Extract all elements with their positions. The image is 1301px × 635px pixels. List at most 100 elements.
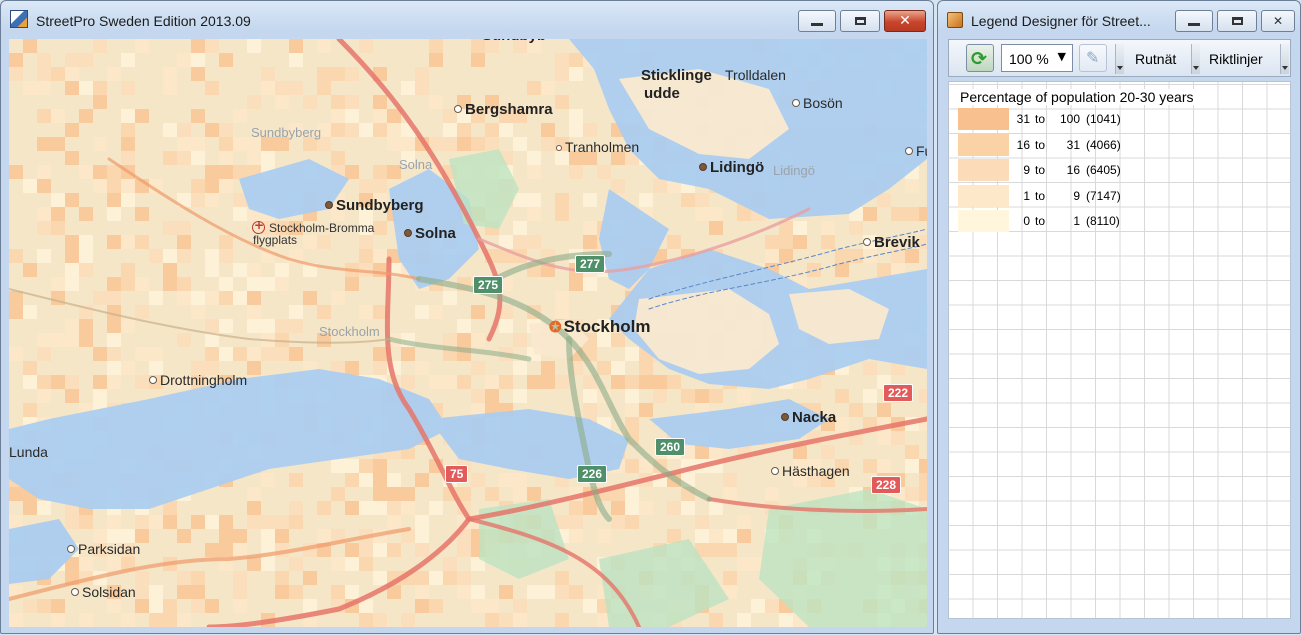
map-label-text: Nacka bbox=[792, 409, 837, 426]
grid-dropdown[interactable] bbox=[1191, 44, 1200, 74]
map-label-bergshamra: Bergshamra bbox=[454, 101, 553, 118]
legend-canvas[interactable]: Percentage of population 20-30 years 31 t… bbox=[948, 81, 1291, 619]
map-window: StreetPro Sweden Edition 2013.09 ✕ Sundb… bbox=[0, 0, 934, 634]
place-dot-icon bbox=[67, 545, 75, 553]
legend-row[interactable]: 1 to 9 (7147) bbox=[958, 184, 1129, 208]
map-label-text: Drottningholm bbox=[160, 372, 248, 388]
map-label-text: Stockholm bbox=[563, 317, 651, 336]
map-label-solna: Solna bbox=[404, 225, 456, 242]
style-tool-dropdown[interactable] bbox=[1115, 44, 1124, 74]
zoom-select[interactable]: 100 % ▼ bbox=[1001, 44, 1073, 72]
map-label-text: flygplats bbox=[253, 233, 298, 247]
legend-count: (7147) bbox=[1086, 188, 1121, 203]
zoom-value: 100 % bbox=[1009, 51, 1049, 67]
map-label-text: Tranholmen bbox=[565, 139, 640, 155]
legend-toolbar: ⟳ 100 % ▼ ✎ Rutnät Riktlinjer bbox=[948, 39, 1291, 77]
legend-to: 9 bbox=[1073, 188, 1080, 203]
map-label-sundbyberg: Sundbyberg bbox=[251, 125, 321, 140]
guides-dropdown[interactable] bbox=[1280, 44, 1289, 74]
map-label-text: Trolldalen bbox=[725, 67, 786, 83]
map-label-drottningholm: Drottningholm bbox=[149, 372, 247, 388]
map-label-lunda: Lunda bbox=[9, 444, 48, 460]
minimize-icon bbox=[1188, 22, 1200, 26]
map-label-text: Fur bbox=[916, 143, 927, 159]
legend-title: Percentage of population 20-30 years bbox=[960, 89, 1196, 105]
legend-count: (6405) bbox=[1086, 163, 1121, 177]
legend-from: 9 bbox=[1023, 163, 1030, 177]
grid-button[interactable]: Rutnät bbox=[1135, 51, 1176, 67]
legend-swatch bbox=[958, 133, 1009, 156]
legend-swatch bbox=[958, 159, 1009, 181]
legend-to: 100 bbox=[1059, 112, 1080, 126]
maximize-icon bbox=[1231, 17, 1243, 25]
map-label-tranholmen: Tranholmen bbox=[556, 139, 639, 155]
map-label-text: Bergshamra bbox=[465, 101, 553, 118]
map-label-flygplats: flygplats bbox=[253, 234, 297, 247]
map-label-stockholm: Stockholm bbox=[319, 324, 380, 339]
road-shield-277: 277 bbox=[575, 255, 606, 273]
place-dot-icon bbox=[325, 201, 333, 209]
close-icon: ✕ bbox=[1272, 14, 1284, 28]
refresh-button[interactable]: ⟳ bbox=[966, 44, 994, 72]
legend-row[interactable]: 9 to 16 (6405) bbox=[958, 158, 1129, 182]
map-label-solsidan: Solsidan bbox=[71, 584, 136, 600]
map-window-titlebar[interactable]: StreetPro Sweden Edition 2013.09 ✕ bbox=[1, 1, 933, 35]
close-button[interactable]: ✕ bbox=[884, 10, 926, 32]
style-tool-button[interactable]: ✎ bbox=[1079, 44, 1107, 72]
map-label-parksidan: Parksidan bbox=[67, 541, 140, 557]
maximize-button[interactable] bbox=[840, 10, 880, 32]
guides-button[interactable]: Riktlinjer bbox=[1209, 51, 1263, 67]
place-dot-icon bbox=[781, 413, 789, 421]
legend-count: (1041) bbox=[1086, 112, 1121, 126]
legend-sep: to bbox=[1035, 214, 1046, 228]
legend-designer-window: Legend Designer för Street... ✕ ⟳ 100 % … bbox=[937, 0, 1301, 634]
legend-from: 16 bbox=[1016, 137, 1030, 152]
map-canvas[interactable]: Sundbyberg Bergshamra Sticklinge udde Trolld… bbox=[9, 39, 927, 627]
map-graphics bbox=[9, 39, 927, 627]
map-label-text: Sticklinge bbox=[641, 67, 712, 84]
map-label-text: Sundbyberg bbox=[251, 125, 322, 140]
legend-sep: to bbox=[1035, 137, 1046, 152]
map-label-brevik: Brevik bbox=[863, 234, 920, 251]
road-shield-222: 222 bbox=[883, 384, 914, 402]
place-dot-icon bbox=[404, 229, 412, 237]
map-label-solna: Solna bbox=[399, 157, 432, 172]
road-shield-228: 228 bbox=[871, 476, 902, 494]
map-label-liding-: Lidingö bbox=[699, 159, 764, 176]
map-label-text: Lunda bbox=[9, 444, 48, 460]
map-label-stockholm: ✪ Stockholm bbox=[549, 317, 650, 337]
legend-maximize-button[interactable] bbox=[1217, 10, 1257, 32]
legend-swatch bbox=[958, 108, 1009, 130]
map-label-bos-n: Bosön bbox=[792, 95, 843, 111]
map-label-sticklinge: Sticklinge bbox=[641, 67, 712, 84]
map-label-udde: udde bbox=[644, 85, 680, 102]
legend-from: 31 bbox=[1016, 112, 1030, 126]
place-dot-icon bbox=[149, 376, 157, 384]
map-label-sundbyberg: Sundbyberg bbox=[325, 197, 424, 214]
map-label-trolldalen: Trolldalen bbox=[725, 67, 786, 83]
legend-from: 1 bbox=[1023, 188, 1030, 203]
legend-sep: to bbox=[1035, 188, 1046, 203]
legend-sep: to bbox=[1035, 163, 1046, 177]
place-dot-icon bbox=[771, 467, 779, 475]
legend-sep: to bbox=[1035, 112, 1046, 126]
map-label-text: Bosön bbox=[803, 95, 843, 111]
legend-row[interactable]: 31 to 100 (1041) bbox=[958, 107, 1129, 131]
map-label-liding-: Lidingö bbox=[773, 163, 815, 178]
map-label-text: Sundbyberg bbox=[336, 197, 424, 214]
road-shield-260: 260 bbox=[655, 438, 686, 456]
legend-minimize-button[interactable] bbox=[1175, 10, 1213, 32]
legend-row[interactable]: 16 to 31 (4066) bbox=[958, 133, 1129, 157]
legend-window-title: Legend Designer för Street... bbox=[971, 13, 1151, 29]
legend-row[interactable]: 0 to 1 (8110) bbox=[958, 209, 1129, 233]
map-label-text: Solna bbox=[399, 157, 433, 172]
place-dot-icon bbox=[792, 99, 800, 107]
legend-close-button[interactable]: ✕ bbox=[1261, 10, 1295, 32]
legend-swatch bbox=[958, 184, 1009, 207]
minimize-button[interactable] bbox=[798, 10, 836, 32]
map-label-text: Stockholm bbox=[319, 324, 380, 339]
streetpro-app-icon bbox=[10, 10, 28, 28]
legend-from: 0 bbox=[1023, 214, 1030, 228]
minimize-icon bbox=[811, 22, 823, 26]
legend-window-titlebar[interactable]: Legend Designer för Street... ✕ bbox=[938, 1, 1300, 35]
